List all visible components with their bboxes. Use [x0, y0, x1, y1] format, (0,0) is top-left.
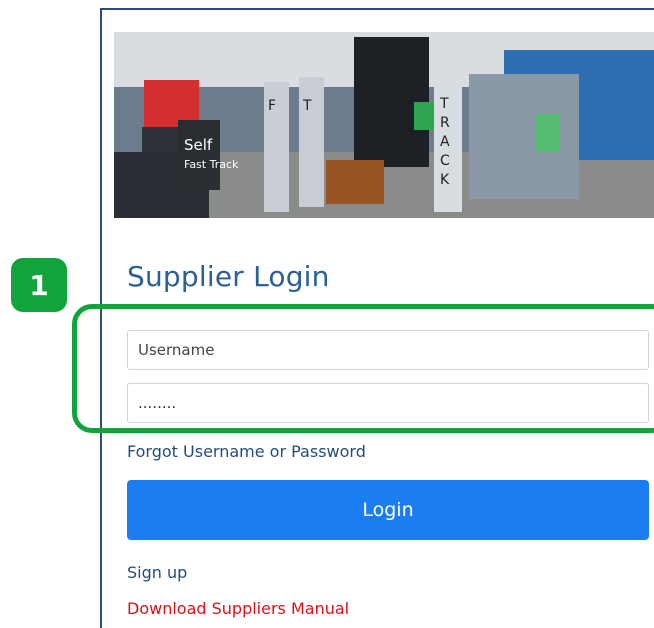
password-input[interactable] — [127, 383, 649, 423]
svg-text:T: T — [439, 96, 449, 112]
page-title: Supplier Login — [127, 260, 330, 293]
signup-link[interactable]: Sign up — [127, 563, 187, 582]
svg-text:K: K — [440, 172, 450, 188]
forgot-credentials-link[interactable]: Forgot Username or Password — [127, 442, 366, 461]
svg-text:Fast Track: Fast Track — [184, 158, 239, 171]
download-suppliers-manual-link[interactable]: Download Suppliers Manual — [127, 599, 349, 618]
svg-text:A: A — [440, 134, 450, 150]
svg-text:T: T — [302, 98, 312, 114]
login-card: Self Fast Track F T T R A C K Supplier L… — [100, 8, 654, 628]
svg-text:C: C — [440, 153, 450, 169]
svg-text:Self: Self — [184, 136, 213, 154]
username-input[interactable] — [127, 330, 649, 370]
step-number-badge: 1 — [11, 258, 67, 312]
login-button[interactable]: Login — [127, 480, 649, 540]
svg-text:R: R — [440, 115, 450, 131]
svg-text:F: F — [268, 98, 276, 114]
hero-image-svg: Self Fast Track F T T R A C K — [114, 32, 654, 218]
airport-fast-track-image: Self Fast Track F T T R A C K — [114, 32, 654, 218]
